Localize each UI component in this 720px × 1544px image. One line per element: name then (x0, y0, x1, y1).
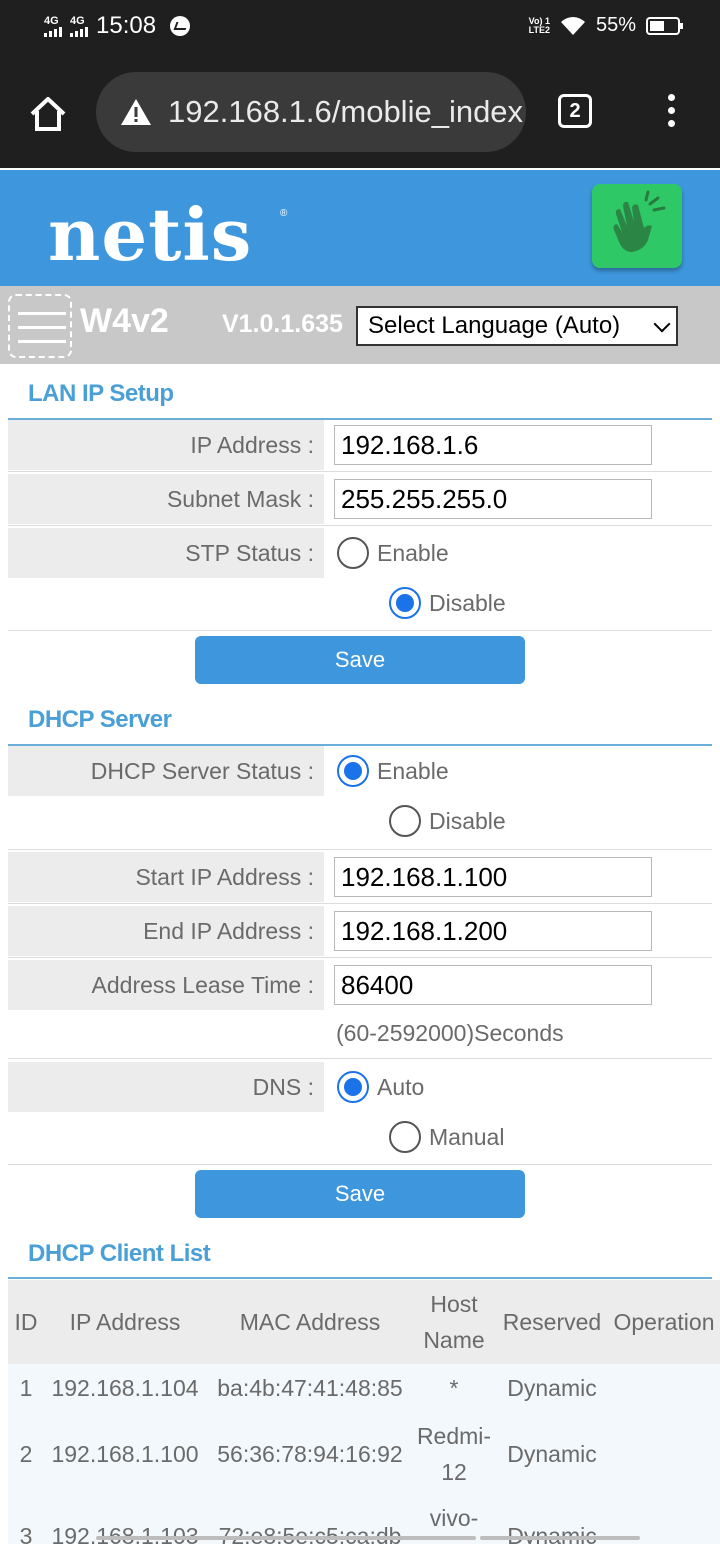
subnet-mask-label: Subnet Mask : (8, 474, 324, 524)
end-ip-input[interactable]: 192.168.1.200 (334, 911, 652, 951)
network-type-2: 4G (70, 14, 85, 27)
cell-id: 3 (19, 1523, 33, 1544)
ip-address-label: IP Address : (8, 420, 324, 470)
cell-host: * (449, 1375, 459, 1401)
dns-auto-label: Auto (377, 1074, 425, 1100)
hamburger-menu-icon[interactable] (8, 294, 72, 358)
lease-time-label: Address Lease Time : (8, 960, 324, 1010)
battery-percent: 55% (595, 14, 636, 36)
lease-time-input[interactable]: 86400 (334, 965, 652, 1005)
status-bar: 4G 4G 15:08 Vo) 1 LTE2 55% (0, 0, 720, 56)
battery-icon (646, 16, 683, 35)
dns-auto-radio[interactable] (337, 1071, 369, 1103)
warning-icon[interactable] (120, 98, 152, 126)
start-ip-input[interactable]: 192.168.1.100 (334, 857, 652, 897)
ip-address-input[interactable]: 192.168.1.6 (334, 425, 652, 465)
row-divider (8, 1164, 712, 1165)
row-divider (8, 957, 712, 958)
cell-reserved: Dynamic (507, 1375, 597, 1401)
col-reserved: Reserved (502, 1309, 602, 1335)
cell-ip: 192.168.1.103 (51, 1523, 199, 1544)
site-header: netis ® (0, 170, 720, 286)
signal-2-icon: 4G (70, 14, 88, 37)
volte-icon: Vo) 1 LTE2 (528, 15, 550, 35)
lan-save-button[interactable]: Save (195, 636, 525, 684)
hand-wave-icon (613, 190, 666, 252)
language-select[interactable]: Select Language (Auto) (356, 306, 678, 346)
end-ip-label: End IP Address : (8, 906, 324, 956)
cell-mac: 56:36:78:94:16:92 (217, 1441, 403, 1467)
cell-mac: ba:4b:47:41:48:85 (217, 1375, 403, 1401)
model-name: W4v2 (80, 302, 169, 340)
row-divider (8, 471, 712, 472)
col-ip: IP Address (69, 1309, 181, 1335)
cell-reserved: Dynamic (507, 1441, 597, 1467)
cell-mac: 72:e8:5e:c5:ca:db (218, 1523, 402, 1544)
subnet-mask-input[interactable]: 255.255.255.0 (334, 479, 652, 519)
netis-logo: netis (48, 192, 253, 277)
browser-toolbar: 192.168.1.6/moblie_index 2 (0, 56, 720, 168)
dhcp-disable-label: Disable (429, 808, 506, 834)
lease-time-hint: (60-2592000)Seconds (336, 1020, 564, 1046)
start-ip-label: Start IP Address : (8, 852, 324, 902)
col-host-line1: Host (430, 1291, 478, 1317)
client-list-title: DHCP Client List (28, 1240, 211, 1267)
url-text: 192.168.1.6/moblie_index (168, 94, 524, 129)
chevron-down-icon (653, 315, 671, 333)
dhcp-enable-label: Enable (377, 758, 449, 784)
horizontal-scrollbar[interactable] (96, 1536, 476, 1540)
cell-ip: 192.168.1.100 (51, 1441, 199, 1467)
cell-id: 1 (19, 1375, 33, 1401)
dhcp-status-label: DHCP Server Status : (8, 746, 324, 796)
lan-section-title: LAN IP Setup (28, 380, 174, 407)
dns-label: DNS : (8, 1062, 324, 1112)
row-divider (8, 525, 712, 526)
dhcp-section-title: DHCP Server (28, 706, 172, 733)
clock: 15:08 (96, 12, 157, 39)
col-mac: MAC Address (239, 1309, 381, 1335)
dhcp-disable-radio[interactable] (389, 805, 421, 837)
col-id: ID (14, 1309, 38, 1335)
device-bar: W4v2 V1.0.1.635 Select Language (Auto) (0, 286, 720, 364)
firmware-version: V1.0.1.635 (222, 310, 343, 338)
cell-id: 2 (19, 1441, 33, 1467)
stp-disable-label: Disable (429, 590, 506, 616)
registered-mark: ® (280, 208, 288, 219)
section-divider (8, 1277, 712, 1279)
row-divider (8, 849, 712, 850)
messenger-icon (170, 16, 191, 36)
client-table-header: ID IP Address MAC Address Host Name Rese… (8, 1280, 720, 1364)
stp-disable-radio[interactable] (389, 587, 421, 619)
wifi-icon (560, 16, 585, 35)
home-icon[interactable] (28, 94, 68, 134)
dns-manual-radio[interactable] (389, 1121, 421, 1153)
dhcp-save-button[interactable]: Save (195, 1170, 525, 1218)
cell-host-line1: vivo- (429, 1505, 479, 1531)
language-select-value: Select Language (Auto) (368, 312, 621, 339)
wave-hand-button[interactable] (592, 184, 682, 268)
more-menu-icon[interactable] (664, 94, 678, 134)
dns-manual-label: Manual (429, 1124, 505, 1150)
cell-reserved: Dynamic (507, 1523, 597, 1544)
signal-1-icon: 4G (44, 14, 62, 37)
address-bar[interactable]: 192.168.1.6/moblie_index (96, 72, 526, 152)
stp-enable-label: Enable (377, 540, 449, 566)
row-divider (8, 903, 712, 904)
stp-enable-radio[interactable] (337, 537, 369, 569)
row-divider (8, 630, 712, 631)
row-divider (8, 1058, 712, 1059)
cell-ip: 192.168.1.104 (51, 1375, 199, 1401)
cell-host-line2: 12 (441, 1459, 467, 1485)
horizontal-scrollbar-track[interactable] (480, 1536, 640, 1540)
col-host-line2: Name (423, 1327, 485, 1353)
col-operation: Operation (613, 1309, 715, 1335)
client-table-body: 1 192.168.1.104 ba:4b:47:41:48:85 * Dyna… (8, 1364, 720, 1544)
tab-switcher-button[interactable]: 2 (558, 94, 592, 128)
stp-status-label: STP Status : (8, 528, 324, 578)
cell-host-line1: Redmi- (416, 1423, 492, 1449)
dhcp-enable-radio[interactable] (337, 755, 369, 787)
network-type-1: 4G (44, 14, 59, 27)
